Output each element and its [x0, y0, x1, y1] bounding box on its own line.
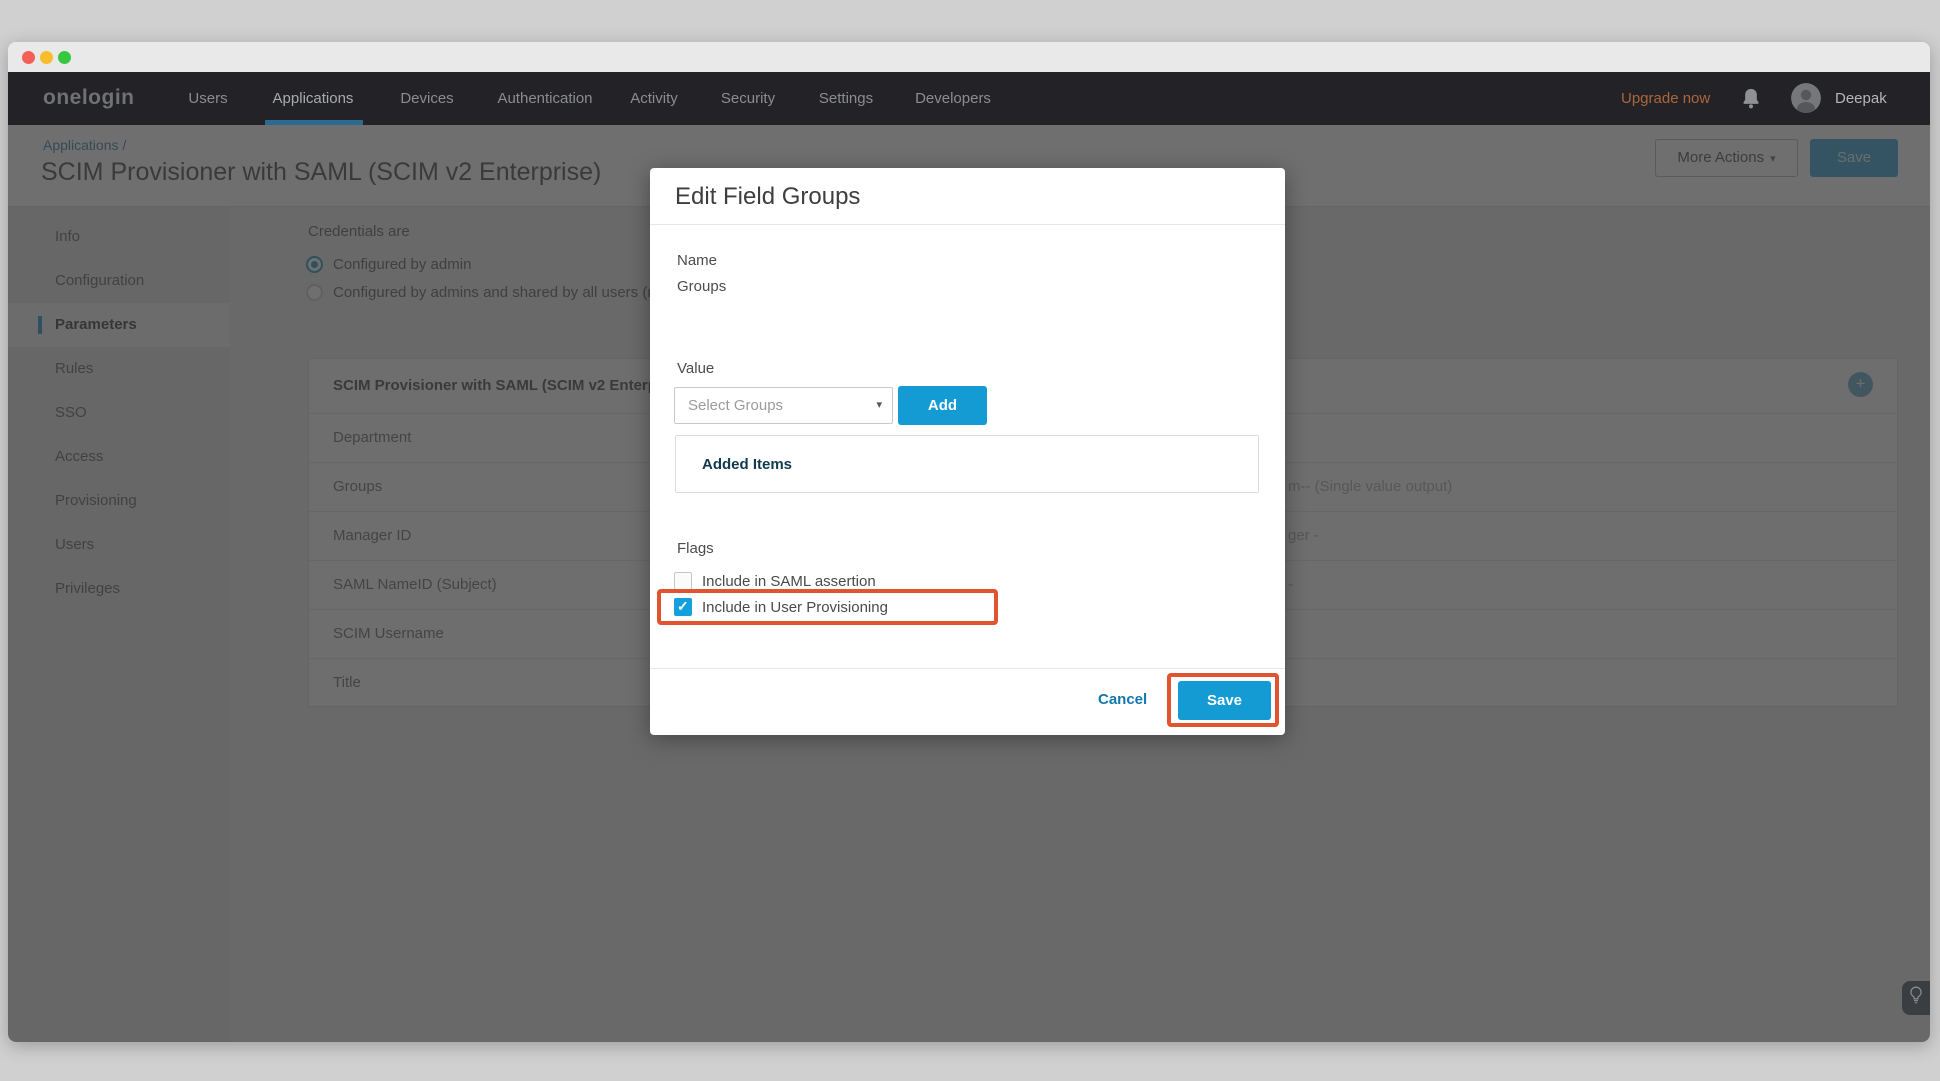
nav-item-authentication[interactable]: Authentication: [497, 90, 592, 107]
upgrade-now-link[interactable]: Upgrade now: [1621, 90, 1710, 107]
titlebar: [8, 42, 1930, 72]
user-name[interactable]: Deepak: [1835, 90, 1887, 107]
modal-save-button[interactable]: Save: [1178, 681, 1271, 720]
modal-header: Edit Field Groups: [650, 168, 1285, 225]
top-navbar: onelogin Users Applications Devices Auth…: [8, 72, 1930, 125]
nav-item-applications[interactable]: Applications: [273, 90, 354, 107]
chevron-down-icon: ▾: [876, 388, 882, 423]
app-window: onelogin Users Applications Devices Auth…: [8, 42, 1930, 1042]
screen: onelogin Users Applications Devices Auth…: [0, 0, 1940, 1081]
zoom-window-button[interactable]: [58, 51, 71, 64]
checkbox-include-user-provisioning[interactable]: [674, 598, 692, 616]
lightbulb-icon: [1909, 986, 1923, 1010]
nav-item-users[interactable]: Users: [188, 90, 227, 107]
add-button[interactable]: Add: [898, 386, 987, 425]
name-label: Name: [677, 252, 717, 269]
select-placeholder: Select Groups: [688, 397, 783, 414]
edit-field-groups-modal: Edit Field Groups Name Groups Value Sele…: [650, 168, 1285, 735]
nav-item-devices[interactable]: Devices: [400, 90, 453, 107]
nav-item-developers[interactable]: Developers: [915, 90, 991, 107]
user-avatar[interactable]: [1791, 83, 1821, 113]
cancel-button[interactable]: Cancel: [1098, 691, 1147, 708]
nav-item-activity[interactable]: Activity: [630, 90, 678, 107]
name-value: Groups: [677, 278, 726, 295]
value-label: Value: [677, 360, 714, 377]
notifications-bell-icon[interactable]: [1741, 87, 1761, 109]
minimize-window-button[interactable]: [40, 51, 53, 64]
feedback-lightbulb-button[interactable]: [1902, 981, 1930, 1015]
onelogin-logo: onelogin: [43, 86, 135, 110]
checkbox-label-provisioning: Include in User Provisioning: [702, 599, 888, 616]
nav-item-settings[interactable]: Settings: [819, 90, 873, 107]
modal-footer-divider: [650, 668, 1285, 669]
checkbox-include-saml-assertion[interactable]: [674, 572, 692, 590]
flags-label: Flags: [677, 540, 714, 557]
select-groups-dropdown[interactable]: Select Groups ▾: [674, 387, 893, 424]
modal-title: Edit Field Groups: [675, 183, 860, 211]
added-items-box: Added Items: [675, 435, 1259, 493]
close-window-button[interactable]: [22, 51, 35, 64]
checkbox-label-saml: Include in SAML assertion: [702, 573, 876, 590]
added-items-label: Added Items: [702, 456, 792, 473]
nav-item-security[interactable]: Security: [721, 90, 775, 107]
